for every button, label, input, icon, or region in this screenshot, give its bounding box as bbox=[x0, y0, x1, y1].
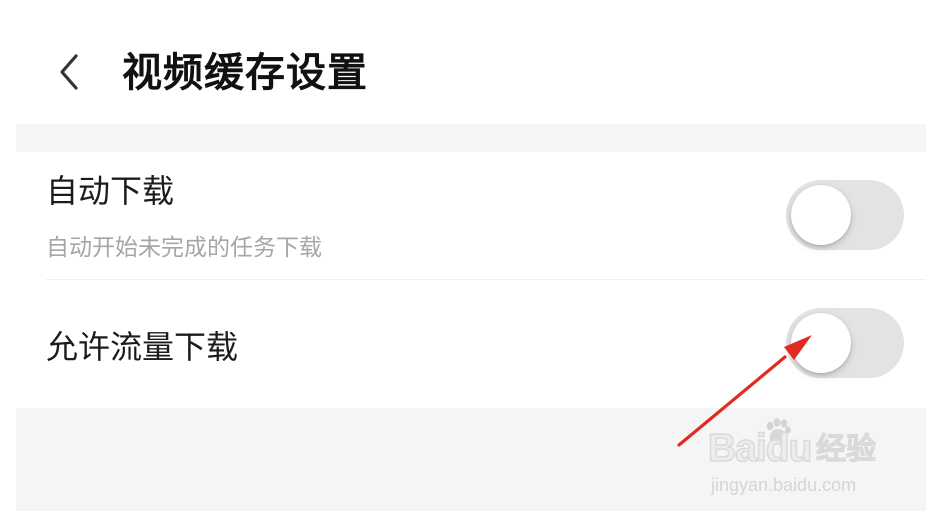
auto-download-description: 自动开始未完成的任务下载 bbox=[46, 235, 322, 261]
top-app-bar: 视频缓存设置 bbox=[0, 0, 926, 124]
auto-download-label: 自动下载 bbox=[46, 172, 175, 210]
page-title: 视频缓存设置 bbox=[122, 50, 368, 96]
toggle-knob bbox=[791, 185, 851, 245]
auto-download-toggle[interactable] bbox=[786, 180, 904, 250]
blank-footer-area bbox=[16, 408, 926, 511]
allow-traffic-download-row[interactable]: 允许流量下载 bbox=[16, 280, 926, 408]
allow-traffic-download-toggle[interactable] bbox=[786, 308, 904, 378]
auto-download-row[interactable]: 自动下载 自动开始未完成的任务下载 bbox=[16, 152, 926, 280]
chevron-left-icon bbox=[55, 52, 81, 96]
back-button[interactable] bbox=[44, 50, 92, 98]
toggle-knob bbox=[791, 313, 851, 373]
allow-traffic-download-label: 允许流量下载 bbox=[46, 328, 239, 366]
section-spacer bbox=[16, 124, 926, 152]
download-settings-list: 自动下载 自动开始未完成的任务下载 允许流量下载 bbox=[16, 152, 926, 408]
